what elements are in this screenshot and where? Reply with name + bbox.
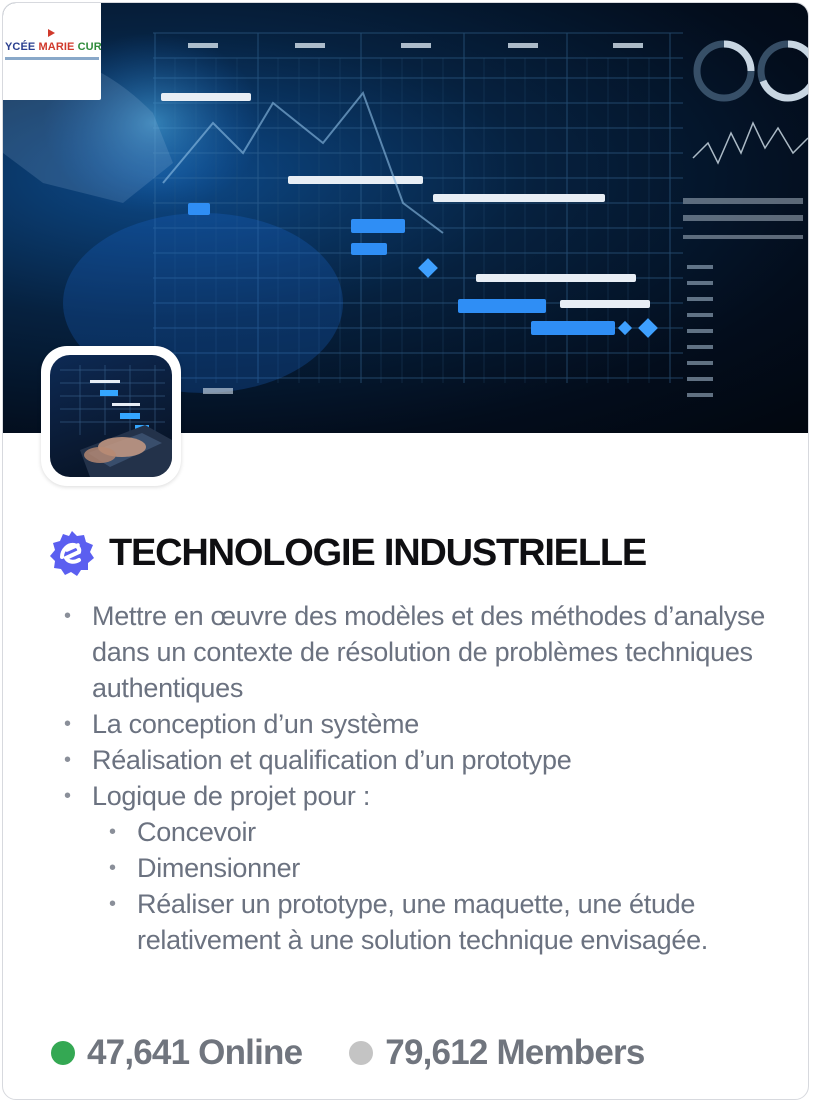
sub-list: Concevoir Dimensionner Réaliser un proto… — [92, 814, 768, 958]
title-row: TECHNOLOGIE INDUSTRIELLE — [47, 528, 647, 578]
members-dot-icon — [349, 1041, 374, 1065]
verified-badge-icon — [50, 531, 94, 576]
list-item: Réalisation et qualification d’un protot… — [58, 742, 768, 778]
online-status-dot-icon — [51, 1041, 75, 1065]
school-logo-text: YCÉE MARIE CURI — [5, 41, 101, 53]
logo-subtitle-line — [5, 57, 99, 60]
sub-list-item: Dimensionner — [92, 850, 768, 886]
online-stat: 47,641 Online — [51, 1033, 303, 1073]
community-card: YCÉE MARIE CURI — [2, 2, 809, 1100]
members-count: 79,612 Members — [385, 1033, 645, 1072]
online-count: 47,641 Online — [87, 1033, 303, 1072]
page-title: TECHNOLOGIE INDUSTRIELLE — [109, 531, 647, 574]
community-stats: 47,641 Online 79,612 Members — [51, 1030, 645, 1076]
community-avatar[interactable] — [41, 346, 181, 486]
members-stat: 79,612 Members — [349, 1033, 645, 1073]
list-item-label: Logique de projet pour : — [92, 781, 371, 811]
sub-list-item: Concevoir — [92, 814, 768, 850]
laptop-gantt-thumbnail — [60, 365, 172, 477]
logo-flag-icon — [48, 29, 55, 37]
list-item: Mettre en œuvre des modèles et des métho… — [58, 598, 768, 706]
description-list: Mettre en œuvre des modèles et des métho… — [58, 598, 768, 958]
logo-text-part1: YCÉE — [5, 41, 36, 53]
list-item-with-sublist: Logique de projet pour : Concevoir Dimen… — [58, 778, 768, 958]
logo-text-part3: CURI — [77, 41, 101, 53]
list-item: La conception d’un système — [58, 706, 768, 742]
avatar-image — [50, 355, 172, 477]
logo-text-part2: MARIE — [35, 41, 75, 53]
sub-list-item: Réaliser un prototype, une maquette, une… — [92, 886, 768, 958]
school-logo: YCÉE MARIE CURI — [3, 3, 101, 100]
